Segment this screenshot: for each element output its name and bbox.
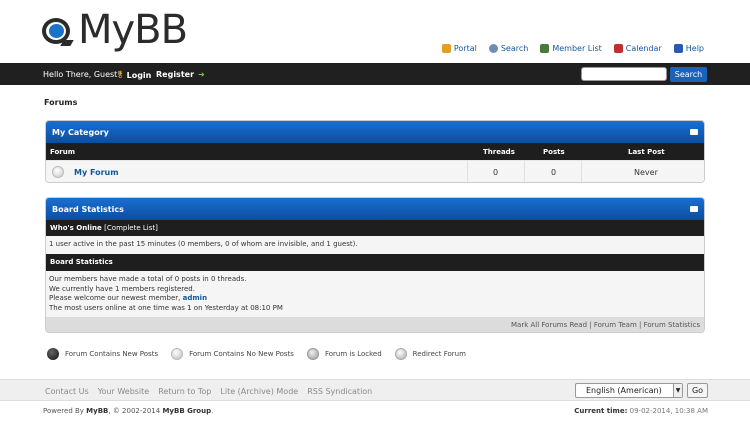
return-to-top-link[interactable]: Return to Top — [158, 387, 211, 396]
calendar-link[interactable]: Calendar — [613, 44, 662, 53]
logo-text: MyBB — [78, 7, 188, 53]
member-list-link[interactable]: Member List — [540, 44, 602, 53]
col-posts: Posts — [543, 148, 565, 156]
forum-link[interactable]: My Forum — [74, 168, 119, 177]
collapse-icon[interactable] — [690, 129, 698, 135]
col-threads: Threads — [483, 148, 515, 156]
top-links: Portal Search Member List Calendar Help — [441, 44, 704, 53]
breadcrumb[interactable]: Forums — [44, 98, 77, 107]
redirect-forum-icon — [394, 348, 407, 360]
whos-online-header: Who's Online [Complete List] — [46, 220, 704, 236]
forum-threads: 0 — [493, 168, 499, 177]
search-button[interactable]: Search — [670, 67, 707, 82]
rss-link[interactable]: RSS Syndication — [307, 387, 372, 396]
lite-archive-link[interactable]: Lite (Archive) Mode — [220, 387, 298, 396]
board-statistics-table: Board Statistics Who's Online [Complete … — [45, 197, 705, 333]
collapse-icon[interactable] — [690, 206, 698, 212]
stats-header: Board Statistics — [46, 254, 704, 271]
mybb-logo[interactable]: MyBB — [40, 7, 188, 53]
search-input[interactable] — [581, 67, 667, 81]
board-stats-title: Board Statistics — [52, 205, 124, 214]
mybb-link[interactable]: MyBB — [86, 407, 108, 415]
stats-line-1: Our members have made a total of 0 posts… — [49, 275, 247, 283]
col-last-post: Last Post — [628, 148, 665, 156]
register-link[interactable]: Register ➜ — [156, 70, 205, 79]
forum-row: My Forum 0 0 Never — [46, 160, 704, 182]
portal-link[interactable]: Portal — [441, 44, 477, 53]
login-link[interactable]: ⚷ Login — [117, 70, 151, 80]
key-icon: ⚷ — [117, 70, 124, 80]
calendar-icon — [613, 44, 623, 53]
category-header: My Category — [46, 121, 704, 143]
forum-new-posts-icon — [47, 348, 59, 360]
board-stats-footer-links[interactable]: Mark All Forums Read | Forum Team | Foru… — [46, 317, 704, 332]
chevron-down-icon: ▼ — [673, 384, 682, 397]
stats-body: Our members have made a total of 0 posts… — [46, 271, 704, 317]
stats-line-4: The most users online at one time was 1 … — [49, 303, 283, 312]
search-link[interactable]: Search — [488, 44, 528, 53]
forum-legend: Forum Contains New Posts Forum Contains … — [47, 348, 479, 360]
complete-list-link[interactable]: [Complete List] — [104, 224, 158, 232]
footer-bar: Contact Us Your Website Return to Top Li… — [0, 379, 750, 401]
current-time: Current time: 09-02-2014, 10:38 AM — [574, 407, 708, 415]
go-button[interactable]: Go — [687, 383, 708, 398]
arrow-right-icon: ➜ — [198, 70, 205, 79]
mybb-group-link[interactable]: MyBB Group — [162, 407, 211, 415]
forum-last-post: Never — [634, 168, 658, 177]
help-icon — [673, 44, 683, 53]
forum-posts: 0 — [551, 168, 557, 177]
greeting-text: Hello There, Guest! — [43, 70, 121, 79]
help-link[interactable]: Help — [673, 44, 704, 53]
category-title[interactable]: My Category — [52, 128, 109, 137]
stats-line-3: Please welcome our newest member, admin — [49, 294, 208, 302]
category-columns: Forum Threads Posts Last Post — [46, 143, 704, 160]
user-bar: Hello There, Guest! ⚷ Login Register ➜ S… — [0, 63, 750, 85]
col-forum: Forum — [50, 148, 76, 156]
forum-no-new-posts-icon — [171, 348, 184, 360]
board-stats-header: Board Statistics — [46, 198, 704, 220]
contact-us-link[interactable]: Contact Us — [45, 387, 89, 396]
online-summary: 1 user active in the past 15 minutes (0 … — [46, 236, 704, 254]
newest-member-link[interactable]: admin — [183, 294, 207, 302]
powered-by: Powered By MyBB, © 2002-2014 MyBB Group. — [43, 407, 214, 415]
member-list-icon — [540, 44, 550, 53]
portal-icon — [441, 44, 451, 53]
forum-locked-icon — [306, 348, 319, 360]
your-website-link[interactable]: Your Website — [98, 387, 150, 396]
stats-line-2: We currently have 1 members registered. — [49, 284, 195, 293]
forum-status-icon — [52, 166, 64, 178]
category-table: My Category Forum Threads Posts Last Pos… — [45, 120, 705, 183]
language-select[interactable]: English (American) ▼ — [575, 383, 683, 398]
footer-links: Contact Us Your Website Return to Top Li… — [45, 387, 372, 396]
search-icon — [488, 44, 498, 53]
mybb-logo-icon — [40, 12, 76, 48]
whos-online-label: Who's Online — [50, 224, 102, 232]
